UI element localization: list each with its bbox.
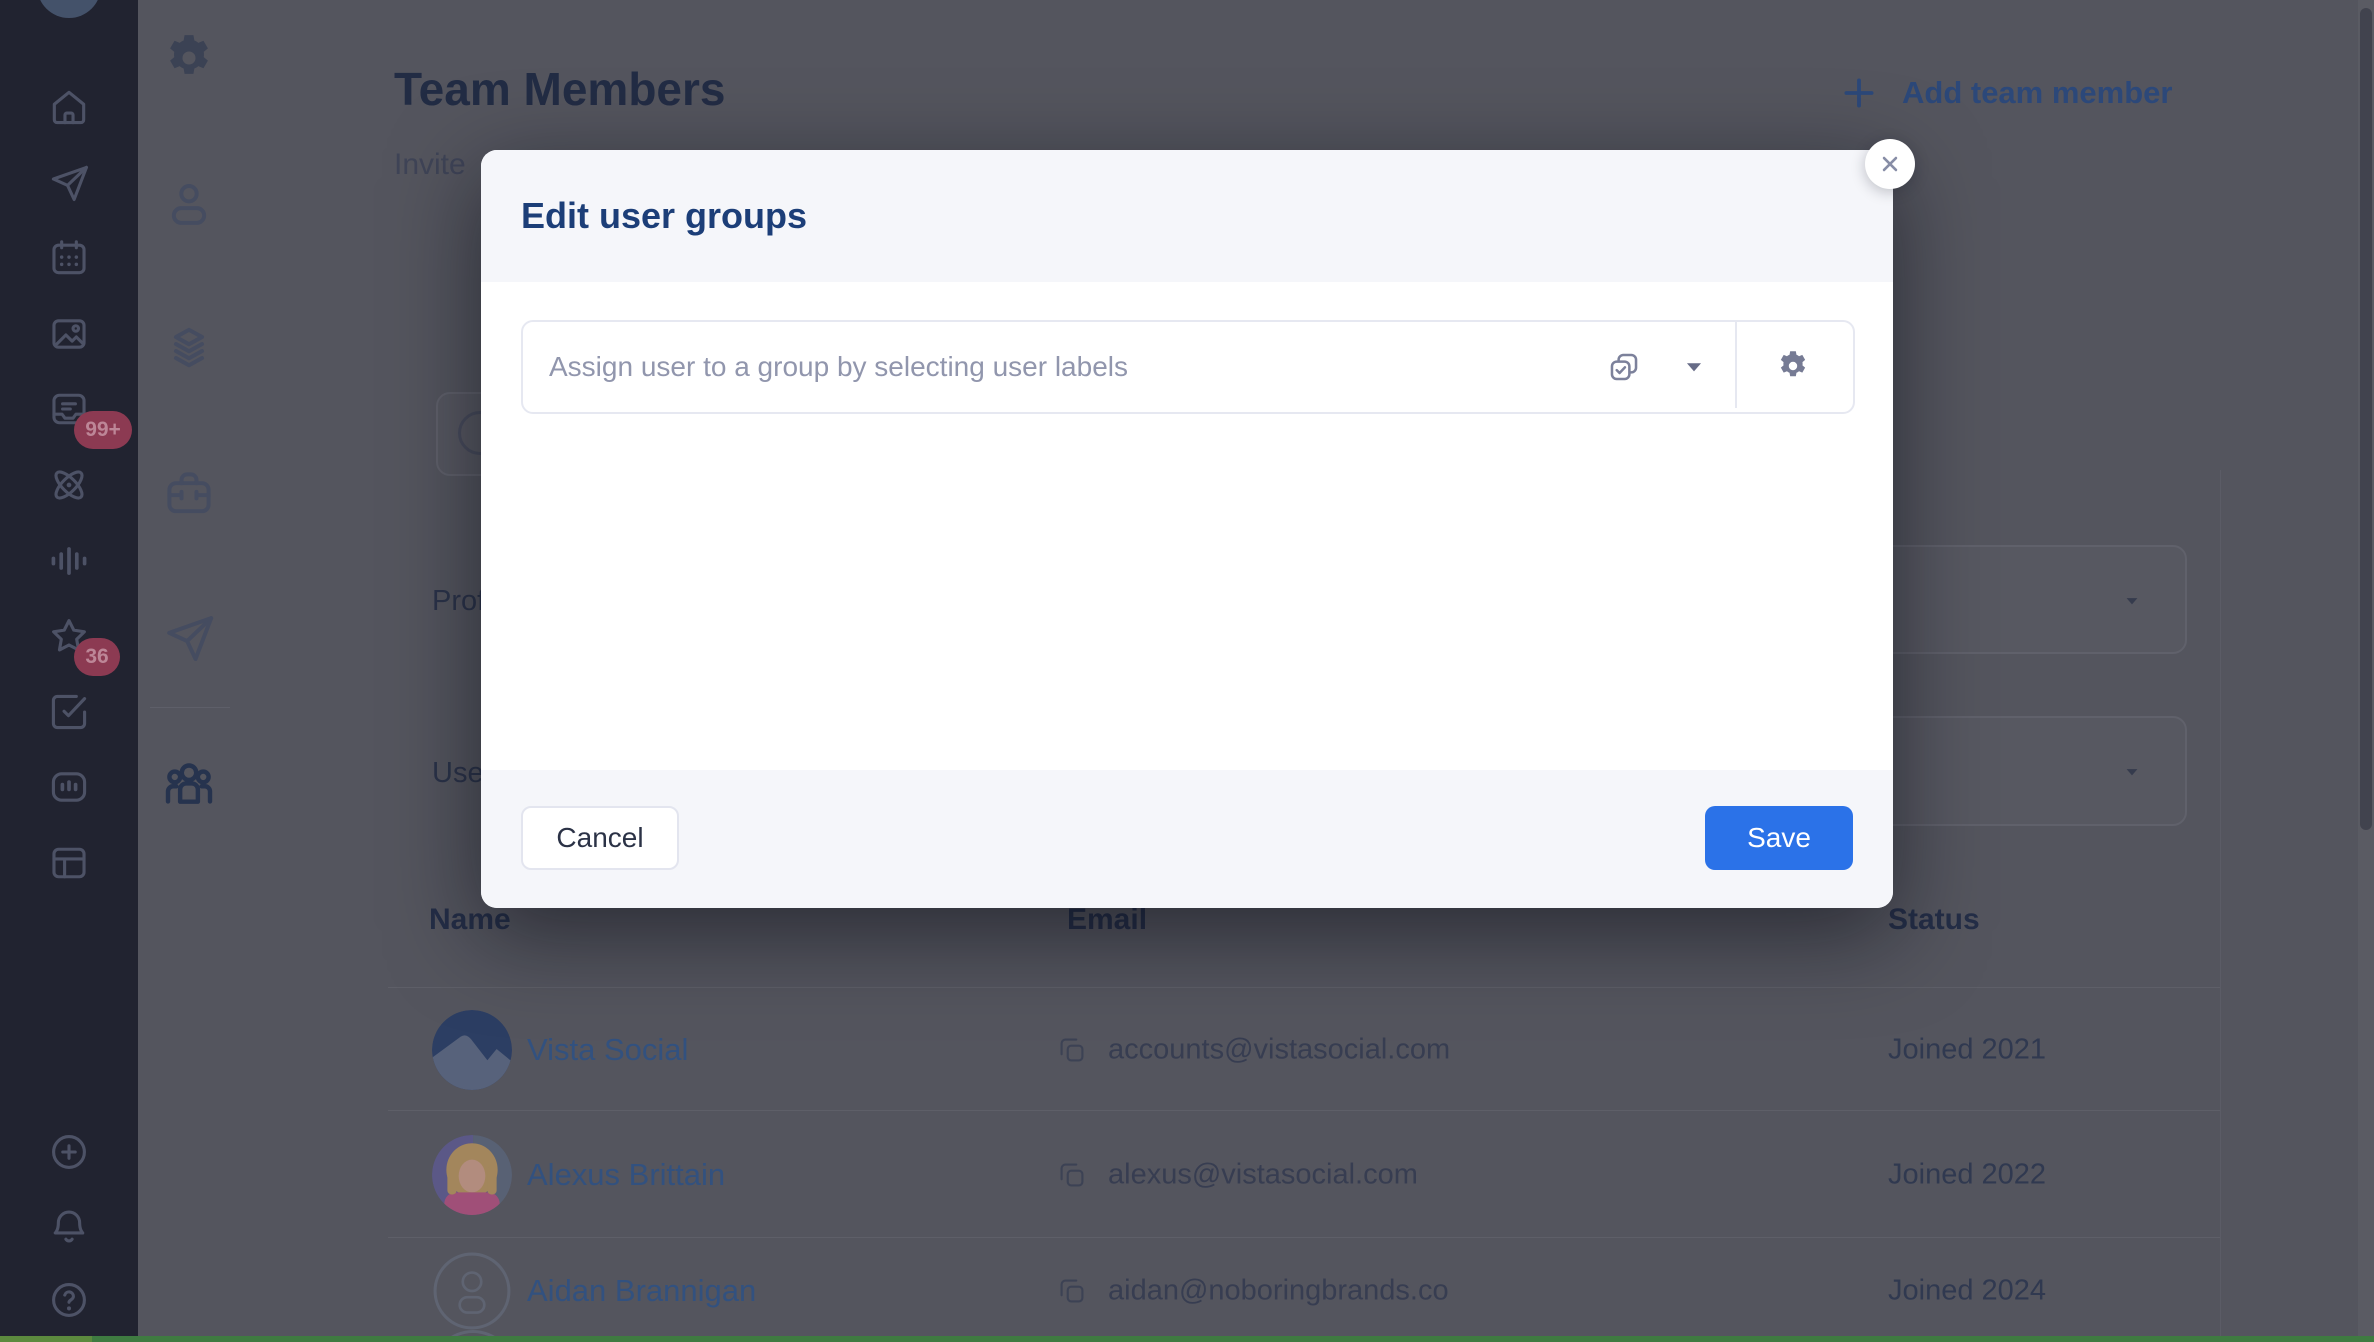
- modal-header: Edit user groups: [481, 150, 1893, 282]
- send-icon: [47, 161, 91, 205]
- member-name-link[interactable]: Alexus Brittain: [527, 1157, 725, 1193]
- gear-icon: [161, 30, 217, 86]
- sidebar-item-layout[interactable]: [47, 841, 91, 885]
- help-circle-icon: [47, 1278, 91, 1322]
- app-window: 99+ 36 Team Members Invite Add team membe…: [0, 0, 2374, 1342]
- select-divider: [1735, 322, 1737, 408]
- page-title: Team Members: [394, 62, 726, 116]
- table-row: Aidan Brannigan aidan@noboringbrands.co Jo…: [388, 1237, 2220, 1342]
- calendar-icon: [47, 236, 91, 280]
- column-header-email: Email: [1067, 903, 1147, 937]
- table-row: Alexus Brittain alexus@vistasocial.com Joi…: [388, 1110, 2220, 1238]
- chevron-down-icon: [2117, 762, 2147, 782]
- column-header-name: Name: [429, 903, 511, 937]
- profiles-filter-label: Prof: [432, 585, 485, 618]
- layout-icon: [47, 841, 91, 885]
- sidebar-item-send[interactable]: [47, 161, 91, 205]
- scrollbar-thumb[interactable]: [2360, 8, 2372, 830]
- user-filter-label: Use: [432, 757, 484, 790]
- save-button[interactable]: Save: [1705, 806, 1853, 870]
- modal-footer: Cancel Save: [481, 770, 1893, 908]
- member-name-link[interactable]: Vista Social: [527, 1032, 688, 1068]
- sidebar-item-calendar[interactable]: [47, 236, 91, 280]
- sidebar-item-bell[interactable]: [47, 1204, 91, 1248]
- notification-badge: 36: [74, 638, 120, 676]
- check-square-icon: [47, 690, 91, 734]
- bell-icon: [47, 1204, 91, 1248]
- briefcase-icon: [161, 465, 217, 521]
- copy-icon[interactable]: [1056, 1159, 1088, 1191]
- rail-divider: [150, 707, 230, 708]
- cancel-button[interactable]: Cancel: [521, 806, 679, 870]
- avatar: [432, 1135, 512, 1215]
- copy-icon[interactable]: [1056, 1275, 1088, 1307]
- avatar: [432, 1010, 512, 1090]
- chevron-down-icon: [2117, 591, 2147, 611]
- column-header-status: Status: [1888, 903, 1980, 937]
- sidebar-item-stats[interactable]: [47, 765, 91, 809]
- screenshare-indicator-bar-left: [0, 1336, 92, 1342]
- avatar: [432, 1251, 512, 1331]
- sidebar-item-waveform[interactable]: [47, 539, 91, 583]
- select-placeholder: Assign user to a group by selecting user…: [549, 351, 1128, 383]
- users-group-icon: [161, 755, 217, 811]
- rail-item-layers[interactable]: [161, 320, 217, 376]
- member-email: aidan@noboringbrands.co: [1108, 1275, 1449, 1308]
- rail-item-briefcase[interactable]: [161, 465, 217, 521]
- primary-sidebar: 99+ 36: [0, 0, 138, 1342]
- screenshare-indicator-bar: [0, 1336, 2374, 1342]
- waveform-icon: [47, 539, 91, 583]
- notification-badge: 99+: [74, 411, 132, 449]
- send-icon: [161, 610, 217, 666]
- plus-circle-icon: [47, 1130, 91, 1174]
- user-labels-select[interactable]: Assign user to a group by selecting user…: [521, 320, 1855, 414]
- sidebar-item-plus-circle[interactable]: [47, 1130, 91, 1174]
- add-team-member-label: Add team member: [1902, 75, 2172, 111]
- member-name-link[interactable]: Aidan Brannigan: [527, 1273, 756, 1309]
- member-email: alexus@vistasocial.com: [1108, 1158, 1418, 1191]
- person-icon: [161, 175, 217, 231]
- page-subtitle: Invite: [394, 148, 466, 182]
- member-status: Joined 2022: [1888, 1158, 2046, 1191]
- plus-icon: [1838, 72, 1880, 114]
- member-email: accounts@vistasocial.com: [1108, 1033, 1450, 1066]
- sidebar-item-image[interactable]: [47, 312, 91, 356]
- table-row: Vista Social accounts@vistasocial.com Join…: [388, 987, 2220, 1111]
- sidebar-item-check-square[interactable]: [47, 690, 91, 734]
- sidebar-item-atom[interactable]: [47, 463, 91, 507]
- chevron-down-icon: [1681, 354, 1707, 380]
- rail-item-users-group[interactable]: [161, 755, 217, 811]
- edit-user-groups-modal: Edit user groups Assign user to a group …: [481, 150, 1893, 908]
- copy-icon[interactable]: [1056, 1034, 1088, 1066]
- member-status: Joined 2024: [1888, 1275, 2046, 1308]
- manage-labels-gear-button[interactable]: [1775, 348, 1811, 384]
- add-team-member-button[interactable]: Add team member: [1838, 72, 2172, 114]
- home-icon: [47, 85, 91, 129]
- sidebar-item-help-circle[interactable]: [47, 1278, 91, 1322]
- member-status: Joined 2021: [1888, 1033, 2046, 1066]
- modal-title: Edit user groups: [521, 195, 807, 237]
- stats-icon: [47, 765, 91, 809]
- rail-item-send[interactable]: [161, 610, 217, 666]
- rail-item-gear[interactable]: [161, 30, 217, 86]
- content-card-edge: [2220, 470, 2221, 1342]
- image-icon: [47, 312, 91, 356]
- close-icon: [1877, 151, 1903, 177]
- workspace-avatar[interactable]: [37, 0, 101, 18]
- layers-icon: [161, 320, 217, 376]
- rail-item-person[interactable]: [161, 175, 217, 231]
- sidebar-item-home[interactable]: [47, 85, 91, 129]
- close-button[interactable]: [1865, 139, 1915, 189]
- multi-select-icon: [1605, 348, 1643, 386]
- atom-icon: [47, 463, 91, 507]
